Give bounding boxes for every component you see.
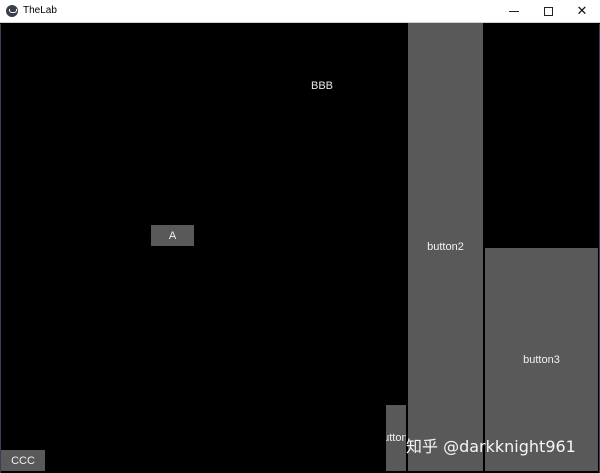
close-icon: ✕: [576, 4, 588, 19]
button3-label: button3: [523, 353, 560, 366]
label-bbb: BBB: [311, 80, 334, 92]
window-titlebar[interactable]: TheLab ✕: [0, 0, 600, 23]
button-a[interactable]: A: [151, 225, 194, 246]
minimize-button[interactable]: [497, 0, 531, 23]
button-ccc[interactable]: CCC: [1, 450, 45, 471]
close-button[interactable]: ✕: [565, 0, 599, 23]
button2-label: button2: [427, 241, 464, 253]
button2[interactable]: button2: [408, 23, 483, 471]
maximize-button[interactable]: [531, 0, 565, 23]
button1[interactable]: button1: [386, 405, 406, 471]
app-icon: [6, 5, 18, 17]
button-ccc-label: CCC: [11, 454, 35, 467]
minimize-icon: [509, 11, 519, 12]
watermark: 知乎 @darkknight961: [406, 437, 576, 456]
window-title: TheLab: [23, 5, 57, 16]
button1-label: button1: [386, 432, 406, 444]
maximize-icon: [543, 7, 553, 16]
button-a-label: A: [168, 229, 177, 242]
